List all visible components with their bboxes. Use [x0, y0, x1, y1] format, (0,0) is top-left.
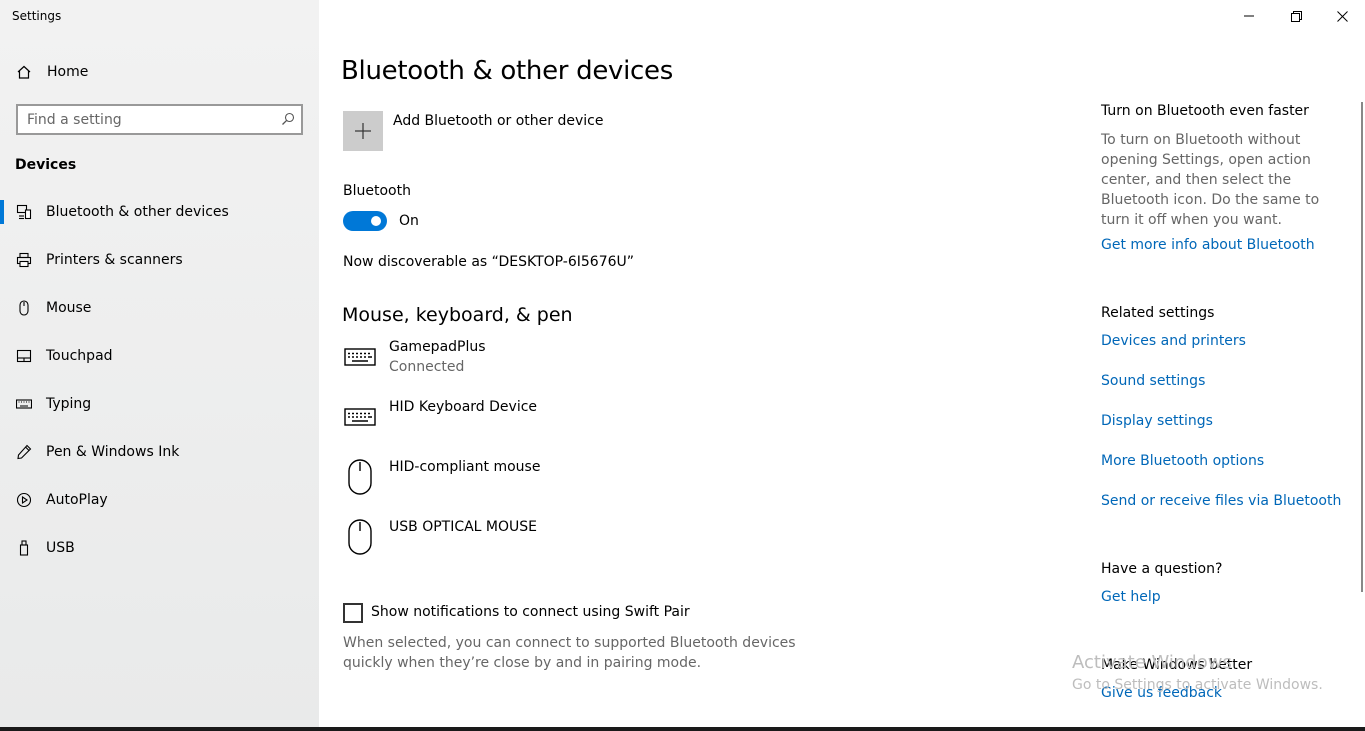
activation-watermark-text: Go to Settings to activate Windows. [1072, 677, 1323, 693]
display-settings-link[interactable]: Display settings [1101, 413, 1213, 429]
usb-icon [15, 539, 33, 557]
swift-pair-checkbox[interactable] [343, 603, 363, 623]
faster-heading: Turn on Bluetooth even faster [1101, 103, 1309, 119]
sidebar-item-label: Mouse [46, 300, 92, 316]
scrollbar[interactable] [1361, 102, 1363, 592]
faster-text: To turn on Bluetooth without opening Set… [1101, 132, 1320, 228]
nav-home-label: Home [47, 64, 89, 80]
touchpad-icon [15, 347, 33, 365]
device-name: USB OPTICAL MOUSE [389, 519, 538, 535]
restore-icon [1290, 10, 1302, 22]
home-icon [15, 63, 33, 81]
keyboard-icon [15, 395, 33, 413]
keyboard-icon [343, 339, 377, 375]
close-icon [1336, 10, 1348, 22]
section-heading-devices: Mouse, keyboard, & pen [342, 304, 573, 326]
sidebar-item-mouse[interactable]: Mouse [0, 288, 319, 328]
restore-button[interactable] [1273, 0, 1319, 32]
printer-icon [15, 251, 33, 269]
get-help-link[interactable]: Get help [1101, 589, 1161, 605]
mouse-icon [15, 299, 33, 317]
sidebar: Settings Home Devices Bluetooth & other … [0, 0, 319, 731]
minimize-icon [1244, 15, 1254, 17]
sidebar-item-label: AutoPlay [46, 492, 108, 508]
page-title: Bluetooth & other devices [341, 56, 673, 86]
sidebar-item-label: Bluetooth & other devices [46, 204, 229, 220]
sidebar-item-label: Printers & scanners [46, 252, 183, 268]
add-device-button[interactable] [343, 111, 383, 151]
sidebar-item-bluetooth[interactable]: Bluetooth & other devices [0, 192, 319, 232]
devices-printers-link[interactable]: Devices and printers [1101, 333, 1246, 349]
sidebar-item-typing[interactable]: Typing [0, 384, 319, 424]
autoplay-icon [15, 491, 33, 509]
toggle-knob [371, 216, 381, 226]
keyboard-icon [343, 399, 377, 435]
app-title: Settings [12, 9, 62, 23]
minimize-button[interactable] [1226, 0, 1272, 32]
search-box[interactable] [16, 104, 303, 135]
swift-pair-description: When selected, you can connect to suppor… [343, 635, 796, 671]
bluetooth-devices-icon [15, 203, 33, 221]
close-button[interactable] [1319, 0, 1365, 32]
mouse-icon [343, 519, 377, 555]
sidebar-section-title: Devices [15, 157, 77, 173]
bluetooth-label: Bluetooth [343, 183, 411, 199]
bluetooth-toggle-state: On [399, 213, 419, 229]
device-name: HID-compliant mouse [389, 459, 541, 475]
sidebar-item-label: Touchpad [46, 348, 113, 364]
sidebar-item-label: USB [46, 540, 75, 556]
device-item[interactable]: USB OPTICAL MOUSE [343, 519, 843, 569]
sidebar-item-label: Pen & Windows Ink [46, 444, 180, 460]
device-item[interactable]: HID Keyboard Device [343, 399, 843, 449]
sidebar-item-touchpad[interactable]: Touchpad [0, 336, 319, 376]
device-name: GamepadPlus [389, 339, 486, 355]
sidebar-item-usb[interactable]: USB [0, 528, 319, 568]
related-settings-heading: Related settings [1101, 305, 1215, 321]
discoverable-text: Now discoverable as “DESKTOP-6I5676U” [343, 254, 635, 270]
device-item[interactable]: HID-compliant mouse [343, 459, 843, 509]
sound-settings-link[interactable]: Sound settings [1101, 373, 1205, 389]
device-name: HID Keyboard Device [389, 399, 538, 415]
taskbar-edge [0, 727, 1365, 731]
nav-home[interactable]: Home [0, 52, 319, 92]
search-icon[interactable] [281, 112, 295, 126]
mouse-icon [343, 459, 377, 495]
sidebar-item-pen[interactable]: Pen & Windows Ink [0, 432, 319, 472]
more-bluetooth-options-link[interactable]: More Bluetooth options [1101, 453, 1264, 469]
activation-watermark-title: Activate Windows [1072, 652, 1232, 673]
main-content: Bluetooth & other devices Add Bluetooth … [319, 0, 1365, 731]
search-input[interactable] [18, 106, 268, 133]
bluetooth-toggle[interactable] [343, 211, 387, 231]
sidebar-item-label: Typing [46, 396, 92, 412]
pen-icon [15, 443, 33, 461]
question-heading: Have a question? [1101, 561, 1223, 577]
add-device-label[interactable]: Add Bluetooth or other device [393, 113, 603, 129]
sidebar-item-printers[interactable]: Printers & scanners [0, 240, 319, 280]
plus-icon [355, 123, 371, 139]
bluetooth-info-link[interactable]: Get more info about Bluetooth [1101, 237, 1315, 253]
device-status: Connected [389, 359, 465, 375]
swift-pair-label[interactable]: Show notifications to connect using Swif… [371, 604, 690, 620]
device-item[interactable]: GamepadPlus Connected [343, 339, 843, 389]
sidebar-item-autoplay[interactable]: AutoPlay [0, 480, 319, 520]
send-receive-files-link[interactable]: Send or receive files via Bluetooth [1101, 493, 1341, 509]
